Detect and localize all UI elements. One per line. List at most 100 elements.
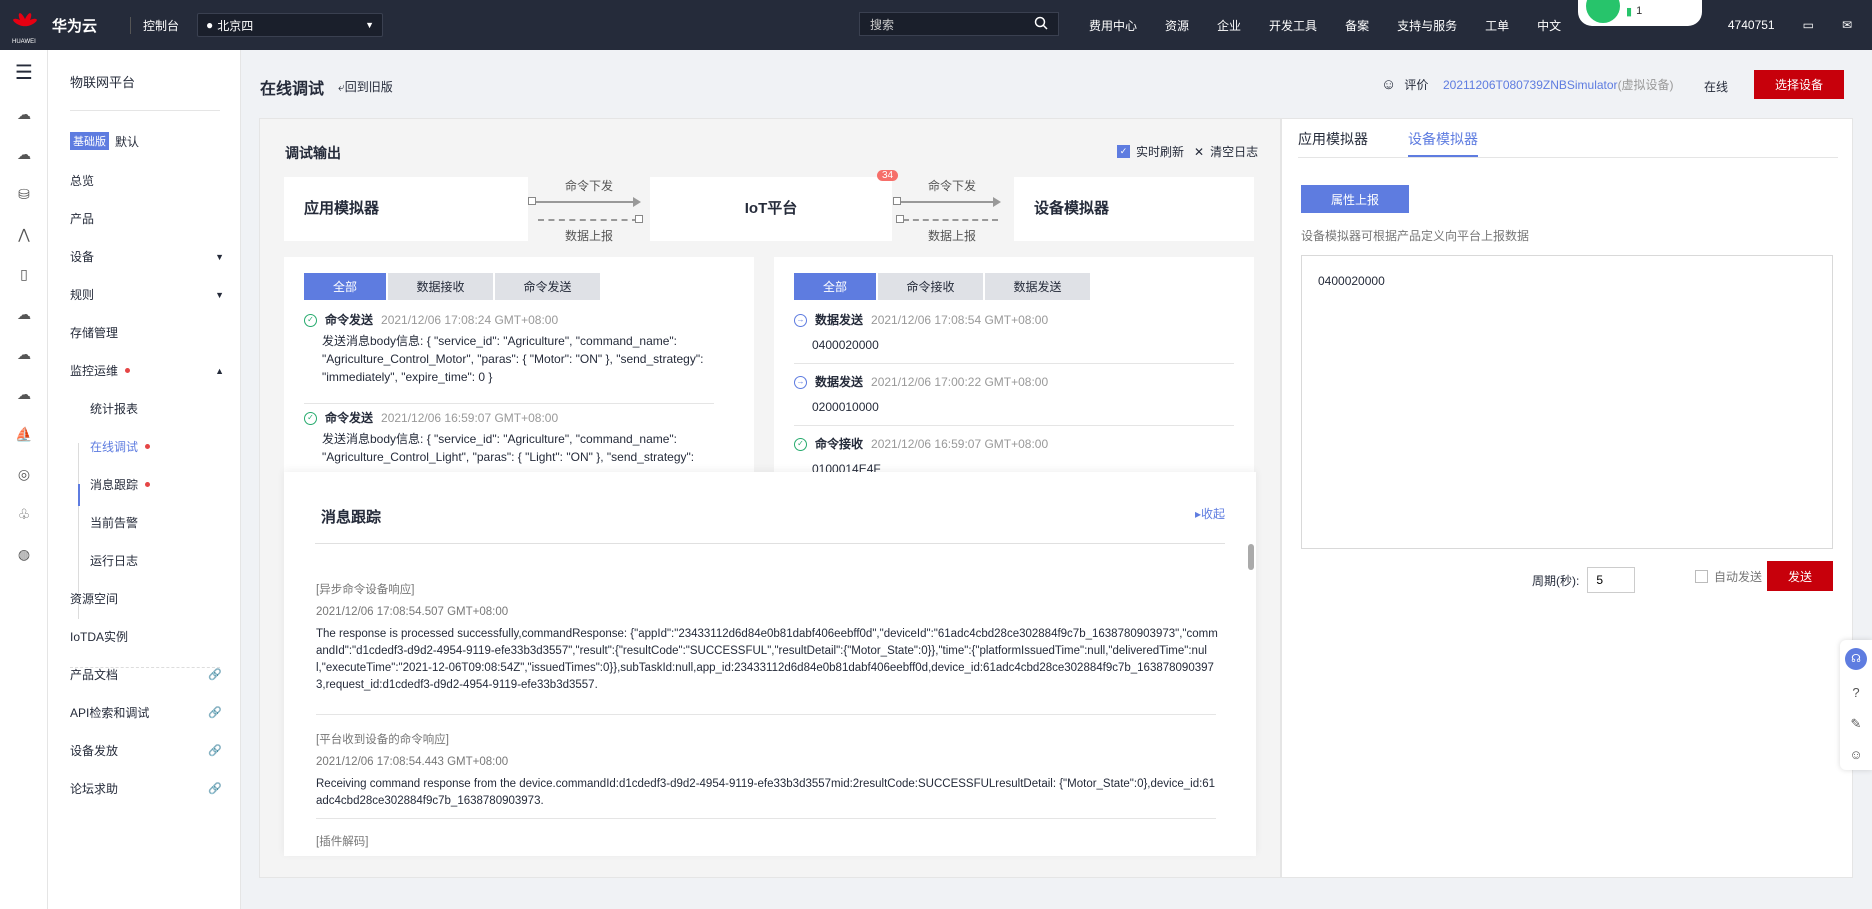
tab-data-send[interactable]: 数据发送	[985, 273, 1090, 300]
device-name[interactable]: 20211206T080739ZNBSimulator(虚拟设备)	[1443, 76, 1674, 93]
auto-send-checkbox[interactable]	[1695, 570, 1708, 583]
sidebar-item-iotda-instance[interactable]: IoTDA实例	[70, 628, 230, 645]
tab-command-receive[interactable]: 命令接收	[878, 273, 983, 300]
network-icon[interactable]: ⋀	[0, 214, 48, 254]
mail-icon[interactable]: ✉	[1842, 18, 1852, 32]
tab-device-simulator[interactable]: 设备模拟器	[1408, 129, 1478, 157]
ip-icon[interactable]: ◎	[0, 454, 48, 494]
caret-down-icon: ▼	[215, 251, 224, 262]
sidebar-item-label: 运行日志	[90, 554, 139, 568]
nav-resources[interactable]: 资源	[1165, 17, 1189, 34]
tab-data-receive[interactable]: 数据接收	[388, 273, 493, 300]
nav-language[interactable]: 中文	[1537, 17, 1561, 34]
tab-all[interactable]: 全部	[304, 273, 386, 300]
sidebar-item-statistics[interactable]: 统计报表	[90, 400, 250, 417]
database-icon[interactable]: ⛁	[0, 174, 48, 214]
search-input[interactable]: 搜索	[870, 16, 894, 33]
tab-command-send[interactable]: 命令发送	[495, 273, 600, 300]
cloud-group-icon[interactable]: ♧	[0, 494, 48, 534]
flow-line-dashed	[538, 219, 638, 221]
nav-icp[interactable]: 备案	[1345, 17, 1369, 34]
edit-icon[interactable]: ✎	[1851, 716, 1862, 732]
sidebar-item-overview[interactable]: 总览	[70, 172, 230, 189]
realtime-controls: ✓ 实时刷新 ✕ 清空日志	[1117, 143, 1258, 160]
sidebar-item-forum[interactable]: 论坛求助 🔗	[70, 780, 230, 797]
sidebar-item-rules[interactable]: 规则 ▼	[70, 286, 230, 303]
close-icon[interactable]: ✕	[1194, 145, 1204, 159]
send-button[interactable]: 发送	[1767, 561, 1833, 591]
back-to-old-link[interactable]: ⤶回到旧版	[338, 78, 393, 95]
brand-name: 华为云	[52, 17, 98, 35]
nav-enterprise[interactable]: 企业	[1217, 17, 1241, 34]
nav-support[interactable]: 支持与服务	[1397, 17, 1457, 34]
arrow-right-icon	[633, 197, 641, 207]
sidebar-item-label: 规则	[70, 288, 95, 302]
nav-ticket[interactable]: 工单	[1485, 17, 1509, 34]
sidebar-item-alarms[interactable]: 当前告警	[90, 514, 250, 531]
globe-icon[interactable]: ◍	[0, 534, 48, 574]
sidebar-item-message-trace[interactable]: 消息跟踪	[90, 476, 250, 493]
console-link[interactable]: 控制台	[130, 16, 191, 34]
cloud-sync-icon[interactable]: ☁	[0, 374, 48, 414]
cloud-server-icon[interactable]: ☁	[0, 94, 48, 134]
sidebar-item-devices[interactable]: 设备 ▼	[70, 248, 230, 265]
terminal-icon[interactable]: ▭	[1803, 18, 1814, 32]
nav-billing[interactable]: 费用中心	[1089, 17, 1137, 34]
sidebar-item-online-debug[interactable]: 在线调试	[90, 438, 250, 455]
trace-scrollbar[interactable]	[1248, 544, 1254, 570]
nav-devtools[interactable]: 开发工具	[1269, 17, 1317, 34]
clear-log-button[interactable]: 清空日志	[1210, 143, 1258, 160]
rate-button[interactable]: ☺ 评价	[1381, 76, 1428, 93]
headset-icon[interactable]: ☊	[1845, 647, 1867, 670]
sidebar-item-edition[interactable]: 基础版 默认	[70, 132, 230, 150]
message-count-badge: 34	[877, 170, 899, 181]
sidebar-item-product-docs[interactable]: 产品文档 🔗	[70, 666, 230, 683]
feedback-icon[interactable]: ☺	[1849, 747, 1862, 762]
period-input[interactable]	[1587, 567, 1636, 593]
log-type: 命令接收	[815, 437, 864, 451]
collapse-button[interactable]: ▸收起	[1195, 505, 1225, 522]
top-navbar: 华为云 HUAWEI 控制台 ● 北京四 ▼ 搜索 费用中心 资源 企业 开发工…	[0, 0, 1872, 50]
cloud-icon[interactable]: ☁	[0, 134, 48, 174]
tab-all[interactable]: 全部	[794, 273, 876, 300]
region-select[interactable]: ● 北京四 ▼	[197, 13, 384, 37]
log-separator	[304, 403, 714, 404]
sidebar-item-device-provisioning[interactable]: 设备发放 🔗	[70, 742, 230, 759]
sidebar-item-monitoring[interactable]: 监控运维 ▲	[70, 362, 230, 379]
huawei-logo[interactable]: 华为云 HUAWEI	[0, 0, 130, 50]
sidebar-item-products[interactable]: 产品	[70, 210, 230, 227]
sail-icon[interactable]: ⛵	[0, 414, 48, 454]
select-device-button[interactable]: 选择设备	[1754, 70, 1844, 99]
realtime-checkbox[interactable]: ✓	[1117, 145, 1130, 158]
cloud-upload-icon[interactable]: ☁	[0, 334, 48, 374]
cloud-outline-icon[interactable]: ☁	[0, 294, 48, 334]
search-icon[interactable]	[1034, 16, 1048, 33]
log-entry: → 数据发送 2021/12/06 17:00:22 GMT+08:00 02000…	[794, 373, 1204, 416]
log-type: 命令发送	[325, 411, 374, 425]
trace-entry: [插件解码]	[316, 834, 1221, 851]
top-nav-links: 费用中心 资源 企业 开发工具 备案 支持与服务 工单 中文	[1089, 0, 1589, 50]
active-indicator	[78, 484, 80, 506]
period-label: 周期(秒):	[1532, 573, 1580, 588]
realtime-label[interactable]: 实时刷新	[1136, 143, 1184, 160]
trace-tag: [插件解码]	[316, 836, 369, 848]
sidebar-item-api-explorer[interactable]: API检索和调试 🔗	[70, 704, 230, 721]
sidebar-item-storage[interactable]: 存储管理	[70, 324, 230, 341]
auto-send-label[interactable]: 自动发送	[1714, 568, 1762, 585]
back-to-old-label: 回到旧版	[344, 80, 393, 94]
payload-textarea[interactable]: 0400020000	[1301, 255, 1833, 549]
storage-icon[interactable]: ▯	[0, 254, 48, 294]
sidebar-item-resource-space[interactable]: 资源空间	[70, 590, 230, 607]
help-icon[interactable]: ?	[1852, 685, 1859, 700]
page-title: 在线调试	[260, 81, 325, 98]
menu-icon[interactable]: ☰	[0, 50, 48, 94]
property-report-button[interactable]: 属性上报	[1301, 185, 1409, 213]
sidebar-item-run-logs[interactable]: 运行日志	[90, 552, 250, 569]
debug-output-title: 调试输出	[285, 145, 341, 161]
account-name[interactable]: 4740751	[1728, 18, 1775, 32]
search-box[interactable]: 搜索	[859, 12, 1059, 36]
tab-app-simulator[interactable]: 应用模拟器	[1298, 129, 1368, 157]
period-control: 周期(秒):	[1532, 567, 1636, 593]
sidebar-item-label: 论坛求助	[70, 782, 119, 796]
log-type: 数据发送	[815, 375, 864, 389]
